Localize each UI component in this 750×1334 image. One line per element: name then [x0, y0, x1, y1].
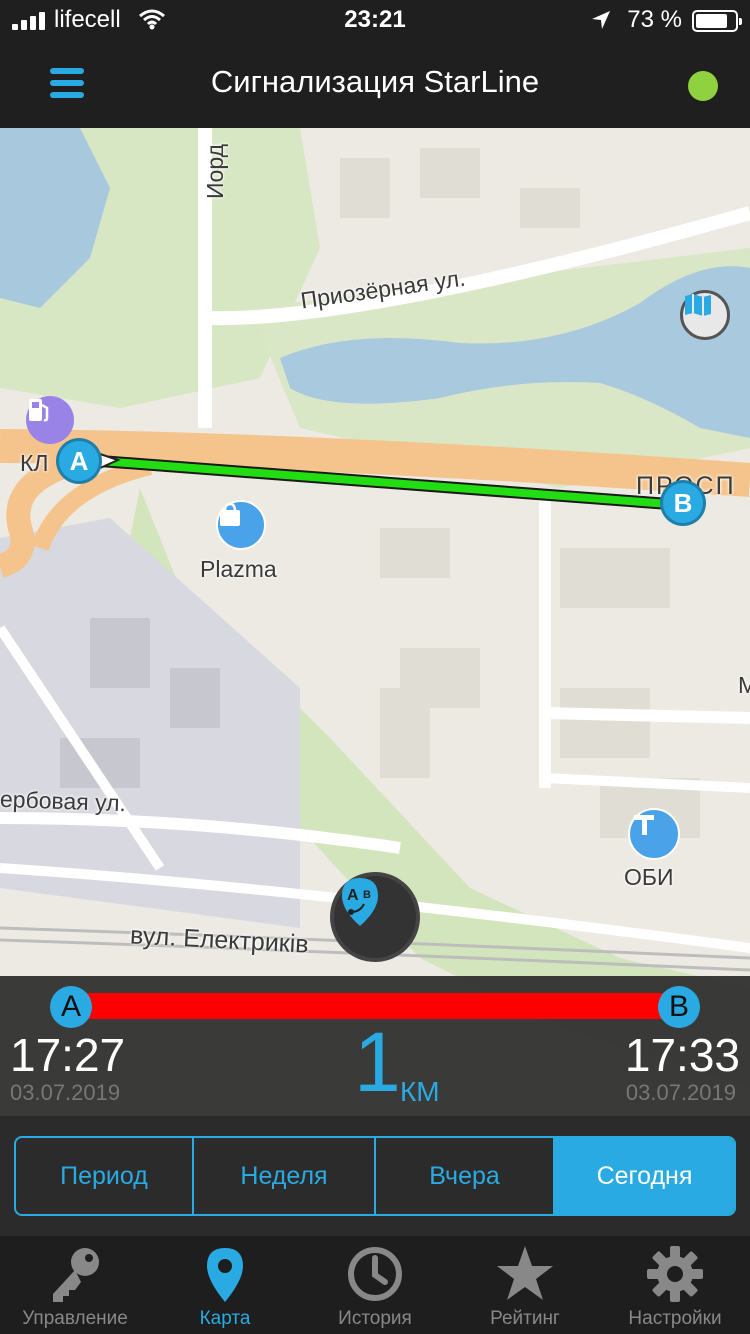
- tab-label: Настройки: [628, 1308, 722, 1329]
- trip-summary-panel: A B 17:27 03.07.2019 1 КМ 17:33 03.07.20…: [0, 976, 750, 1116]
- street-label: М: [738, 672, 750, 698]
- gear-icon: [647, 1246, 703, 1302]
- street-label: ерб​овая ул.: [0, 785, 127, 817]
- svg-text:B: B: [363, 889, 371, 901]
- route-start-marker[interactable]: A: [56, 438, 102, 484]
- tab-label: Карта: [199, 1308, 251, 1329]
- tab-history[interactable]: История: [300, 1236, 450, 1334]
- street-label: КЛ: [20, 450, 49, 476]
- tab-control[interactable]: Управление: [0, 1236, 150, 1334]
- tab-label: Рейтинг: [490, 1308, 560, 1329]
- tab-rating[interactable]: Рейтинг: [450, 1236, 600, 1334]
- battery-percent: 73 %: [627, 6, 682, 33]
- period-option-yesterday[interactable]: Вчера: [376, 1138, 555, 1214]
- poi-label: ОБИ: [624, 864, 674, 890]
- period-option-today[interactable]: Сегодня: [555, 1138, 734, 1214]
- trip-distance-unit: КМ: [400, 1076, 440, 1107]
- battery-fill: [696, 14, 727, 28]
- street-label: Иорд: [202, 143, 229, 200]
- star-icon: [497, 1246, 553, 1300]
- trip-start-date: 03.07.2019: [10, 1080, 121, 1105]
- map-pin-icon: [207, 1248, 243, 1302]
- bottom-tab-bar: Управление Карта История Рейтинг Настрой…: [0, 1236, 750, 1334]
- trip-start-time: 17:27: [10, 1029, 126, 1081]
- clock-icon: [348, 1247, 402, 1301]
- battery-icon: [692, 10, 742, 32]
- svg-text:A: A: [347, 887, 359, 904]
- map-book-icon[interactable]: [680, 290, 730, 340]
- trip-distance-value: 1: [354, 1015, 401, 1109]
- key-icon: [53, 1248, 99, 1302]
- shopping-bag-icon[interactable]: [216, 500, 266, 550]
- location-arrow-icon: [592, 11, 610, 29]
- tab-label: История: [338, 1308, 412, 1329]
- tab-map[interactable]: Карта: [150, 1236, 300, 1334]
- poi-label: Plazma: [200, 556, 277, 582]
- connection-status-dot: [688, 71, 718, 101]
- trip-end-time: 17:33: [624, 1029, 740, 1081]
- trip-end-date: 03.07.2019: [625, 1080, 736, 1105]
- trip-end-pin: B: [658, 986, 700, 1028]
- gas-station-icon[interactable]: [26, 396, 74, 444]
- status-bar: lifecell 23:21 73 %: [0, 0, 750, 40]
- period-option-period[interactable]: Период: [16, 1138, 194, 1214]
- hammer-icon[interactable]: [628, 808, 680, 860]
- tab-label: Управление: [22, 1308, 128, 1329]
- period-segmented-control: Период Неделя Вчера Сегодня: [14, 1136, 736, 1216]
- tab-settings[interactable]: Настройки: [600, 1236, 750, 1334]
- route-end-marker[interactable]: B: [660, 480, 706, 526]
- period-option-week[interactable]: Неделя: [194, 1138, 376, 1214]
- app-header: Сигнализация StarLine: [0, 40, 750, 128]
- trip-start-pin: A: [50, 986, 92, 1028]
- period-panel: Период Неделя Вчера Сегодня: [0, 1116, 750, 1236]
- page-title: Сигнализация StarLine: [210, 64, 540, 99]
- route-ab-icon[interactable]: A B: [330, 872, 420, 962]
